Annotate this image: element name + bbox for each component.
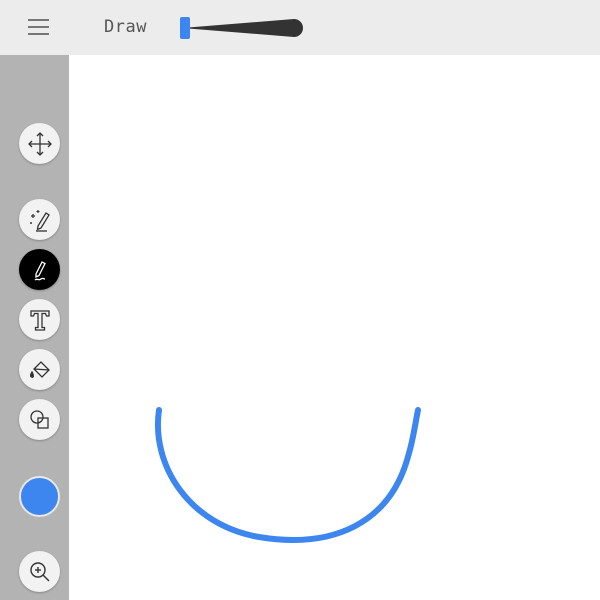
tool-sidebar xyxy=(0,55,69,600)
shapes-icon xyxy=(29,409,49,429)
zoom-tool-button[interactable] xyxy=(19,551,60,592)
drawing-app: Draw xyxy=(0,0,600,600)
brush-size-handle xyxy=(180,17,190,39)
drawn-stroke xyxy=(155,407,421,543)
color-picker-swatch[interactable] xyxy=(19,476,60,517)
text-tool-button[interactable] xyxy=(19,299,60,340)
fill-tool-button[interactable] xyxy=(19,349,60,390)
move-tool-button[interactable] xyxy=(19,123,60,164)
move-arrows-icon xyxy=(27,131,52,156)
zoom-in-icon xyxy=(29,561,49,581)
brush-size-track xyxy=(182,19,303,37)
text-icon xyxy=(29,309,50,331)
mode-label: Draw xyxy=(104,17,147,37)
brush-size-slider[interactable] xyxy=(176,14,306,42)
top-bar: Draw xyxy=(0,0,600,55)
drawing-canvas[interactable] xyxy=(69,55,600,600)
pen-tool-button[interactable] xyxy=(19,249,60,290)
paint-bucket-icon xyxy=(29,360,50,378)
hamburger-menu-icon[interactable] xyxy=(24,16,54,40)
magic-pen-icon xyxy=(29,209,50,232)
canvas-svg xyxy=(155,407,421,543)
shapes-tool-button[interactable] xyxy=(19,399,60,440)
magic-pen-tool-button[interactable] xyxy=(19,199,60,240)
pen-icon xyxy=(34,260,46,281)
